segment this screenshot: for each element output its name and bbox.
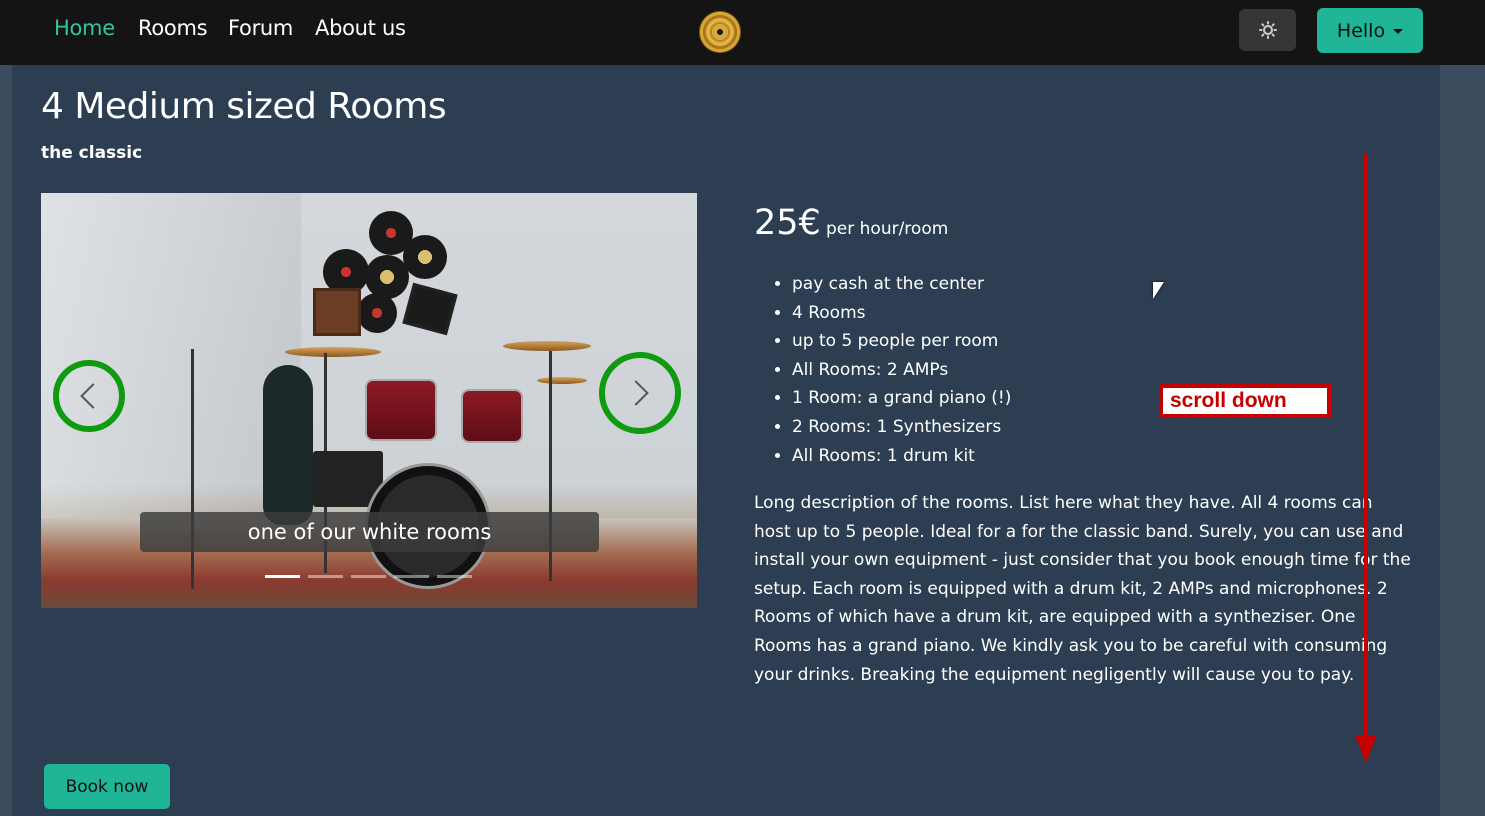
chevron-left-icon [80, 383, 106, 409]
carousel-indicator-5[interactable] [437, 575, 472, 578]
theme-toggle-button[interactable] [1239, 9, 1296, 51]
page-subtitle: the classic [41, 143, 143, 163]
feature-item: 1 Room: a grand piano (!) [792, 384, 1011, 413]
feature-list: pay cash at the center 4 Rooms up to 5 p… [754, 270, 1011, 470]
carousel-indicator-1[interactable] [265, 575, 300, 578]
carousel-next-button[interactable] [599, 352, 681, 434]
navbar: Home Rooms Forum About us Hello [0, 0, 1485, 65]
room-carousel: one of our white rooms [41, 193, 697, 608]
book-now-button[interactable]: Book now [44, 764, 170, 809]
caret-down-icon [1393, 29, 1404, 34]
feature-item: 2 Rooms: 1 Synthesizers [792, 413, 1011, 442]
carousel-indicator-3[interactable] [351, 575, 386, 578]
carousel-indicator-4[interactable] [394, 575, 429, 578]
scroll-arrow-line [1364, 153, 1368, 743]
feature-item: up to 5 people per room [792, 327, 1011, 356]
nav-rooms-link[interactable]: Rooms [138, 16, 208, 40]
feature-item: 4 Rooms [792, 299, 1011, 328]
page-title: 4 Medium sized Rooms [41, 86, 447, 127]
chevron-right-icon [623, 380, 649, 406]
carousel-indicator-2[interactable] [308, 575, 343, 578]
carousel-caption: one of our white rooms [140, 512, 599, 552]
scroll-down-annotation: scroll down [1159, 384, 1331, 418]
carousel-prev-button[interactable] [53, 360, 125, 432]
mouse-cursor-icon [1153, 282, 1164, 299]
carousel-indicators [265, 575, 472, 578]
arrow-down-icon [1355, 735, 1377, 763]
nav-home-link[interactable]: Home [54, 16, 115, 40]
feature-item: All Rooms: 1 drum kit [792, 442, 1011, 471]
room-description: Long description of the rooms. List here… [754, 493, 1411, 685]
vinyl-record-icon[interactable] [699, 11, 741, 53]
price-value: 25€ [754, 203, 821, 243]
feature-item: pay cash at the center [792, 270, 1011, 299]
feature-item: All Rooms: 2 AMPs [792, 356, 1011, 385]
user-menu-dropdown[interactable]: Hello [1317, 8, 1423, 53]
nav-about-link[interactable]: About us [315, 16, 406, 40]
price-unit: per hour/room [826, 219, 949, 239]
user-menu-label: Hello [1336, 19, 1386, 42]
sun-icon [1258, 21, 1277, 39]
nav-forum-link[interactable]: Forum [228, 16, 293, 40]
